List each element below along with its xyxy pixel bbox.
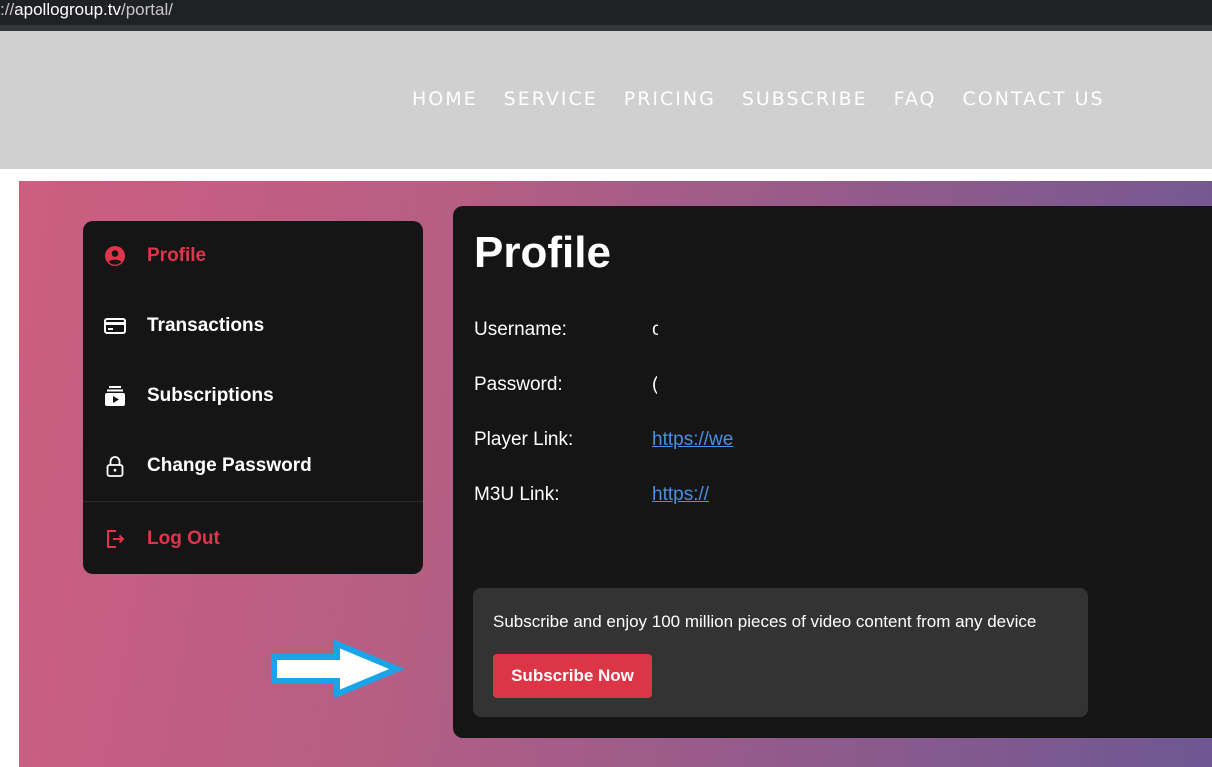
account-sidebar: Profile Transactions Subscriptions Chang… [83,221,423,574]
sidebar-item-change-password[interactable]: Change Password [83,441,423,491]
credit-card-icon [103,314,127,338]
sidebar-item-label: Log Out [147,528,220,549]
m3u-link[interactable]: https:// [652,484,715,506]
field-label: Password: [474,374,563,395]
nav-service[interactable]: SERVICE [504,88,598,110]
sidebar-item-profile[interactable]: Profile [83,231,423,281]
player-link[interactable]: https://we [652,429,738,451]
address-bar[interactable]: ://apollogroup.tv/portal/ [0,0,1212,25]
portal-content: Profile Transactions Subscriptions Chang… [19,181,1212,767]
nav-pricing[interactable]: PRICING [624,88,716,110]
profile-panel: Profile Username: c Password: ( Player L… [453,206,1212,738]
profile-row-username: Username: c [474,319,1074,343]
url-path: /portal/ [120,0,173,19]
page-title: Profile [474,228,611,277]
password-value: ( [652,374,657,396]
subscribe-promo: Subscribe and enjoy 100 million pieces o… [473,588,1088,717]
nav-contact-us[interactable]: CONTACT US [962,88,1104,110]
field-label: M3U Link: [474,484,560,505]
nav-subscribe[interactable]: SUBSCRIBE [742,88,868,110]
sidebar-item-label: Transactions [147,315,265,336]
main-nav: HOME SERVICE PRICING SUBSCRIBE FAQ CONTA… [412,88,1105,110]
profile-row-player-link: Player Link: https://we [474,429,1074,453]
sidebar-item-label: Profile [147,245,207,266]
sidebar-divider [83,501,423,502]
profile-row-password: Password: ( [474,374,1074,398]
sidebar-item-subscriptions[interactable]: Subscriptions [83,371,423,421]
profile-row-m3u-link: M3U Link: https:// [474,484,1074,508]
sidebar-item-logout[interactable]: Log Out [83,514,423,564]
user-circle-icon [103,244,127,268]
nav-faq[interactable]: FAQ [894,88,937,110]
lock-icon [103,454,127,478]
url-host: apollogroup.tv [14,0,121,19]
logout-icon [103,527,127,551]
sidebar-item-transactions[interactable]: Transactions [83,301,423,351]
promo-text: Subscribe and enjoy 100 million pieces o… [493,612,1037,631]
subscriptions-icon [103,384,127,408]
subscribe-now-button[interactable]: Subscribe Now [493,654,652,698]
field-label: Player Link: [474,429,574,450]
field-label: Username: [474,319,567,340]
sidebar-item-label: Change Password [147,455,312,476]
nav-home[interactable]: HOME [412,88,478,110]
site-header: HOME SERVICE PRICING SUBSCRIBE FAQ CONTA… [0,31,1212,169]
pointer-arrow-icon [271,639,405,699]
username-value: c [652,319,658,340]
url-scheme: :// [0,0,15,19]
sidebar-item-label: Subscriptions [147,385,274,406]
